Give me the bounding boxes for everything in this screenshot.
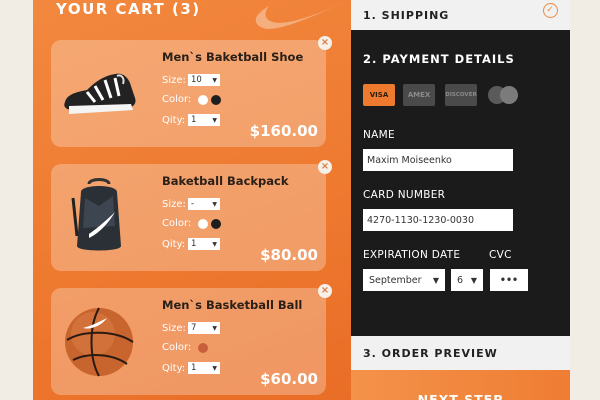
caret-down-icon: ▼ <box>432 275 439 285</box>
order-preview-step[interactable]: 3. ORDER PREVIEW <box>351 336 570 370</box>
qty-row: Qity: 1 ▼ <box>162 114 220 126</box>
item-price: $160.00 <box>249 122 318 140</box>
qty-label: Qity: <box>162 238 186 250</box>
name-field[interactable]: Maxim Moiseenko <box>363 149 513 171</box>
color-swatch-black[interactable] <box>211 94 221 105</box>
size-select[interactable]: 10 ▼ <box>188 74 220 86</box>
size-row: Size: 10 ▼ <box>162 74 220 86</box>
caret-down-icon: ▼ <box>212 324 217 332</box>
cart-item: × Men`s Basketball Ball Size: 7 ▼ Color: … <box>51 284 332 395</box>
caret-down-icon: ▼ <box>470 275 477 285</box>
checkout-panel: 1. SHIPPING ✓ 2. PAYMENT DETAILS VISA AM… <box>351 0 570 400</box>
qty-label: Qity: <box>162 114 186 126</box>
item-name: Baketball Backpack <box>162 174 289 188</box>
cart-item: × Men`s Baketball Shoe Size: 10 ▼ Color: … <box>51 36 332 147</box>
color-row: Color: <box>162 218 221 229</box>
qty-select[interactable]: 1 ▼ <box>188 238 220 250</box>
amex-card-option[interactable]: AMEX <box>403 84 435 106</box>
caret-down-icon: ▼ <box>212 240 217 248</box>
size-select[interactable]: 7 ▼ <box>188 322 220 334</box>
backpack-image <box>71 178 121 251</box>
nike-swoosh-logo <box>255 0 349 29</box>
cart-title: YOUR CART (3) <box>56 0 201 18</box>
size-row: Size: - ▼ <box>162 198 220 210</box>
color-swatch-white[interactable] <box>198 218 208 229</box>
size-label: Size: <box>162 74 186 86</box>
next-step-button[interactable]: NEXT STEP <box>351 370 570 400</box>
qty-row: Qity: 1 ▼ <box>162 362 220 374</box>
mastercard-card-option[interactable] <box>488 86 520 104</box>
item-price: $60.00 <box>260 370 318 388</box>
size-select[interactable]: - ▼ <box>188 198 220 210</box>
qty-label: Qity: <box>162 362 186 374</box>
cart-panel: YOUR CART (3) × Men`s Baketball Shoe Siz… <box>33 0 351 400</box>
check-icon: ✓ <box>543 3 558 18</box>
color-label: Color: <box>162 94 192 105</box>
shoe-image <box>64 73 136 114</box>
cvc-field[interactable]: ••• <box>490 269 528 291</box>
color-row: Color: <box>162 342 208 353</box>
color-label: Color: <box>162 218 192 229</box>
caret-down-icon: ▼ <box>212 364 217 372</box>
item-price: $80.00 <box>260 246 318 264</box>
cvc-label: CVC <box>489 249 512 261</box>
color-swatch-black[interactable] <box>211 218 221 229</box>
cart-item: × Baketball Backpack Size: - ▼ Color: Qit… <box>51 160 332 271</box>
color-label: Color: <box>162 342 192 353</box>
qty-row: Qity: 1 ▼ <box>162 238 220 250</box>
card-number-label: CARD NUMBER <box>363 189 446 201</box>
size-label: Size: <box>162 198 186 210</box>
shipping-step[interactable]: 1. SHIPPING ✓ <box>351 0 570 30</box>
color-row: Color: <box>162 94 221 105</box>
shipping-title: 1. SHIPPING <box>363 8 450 22</box>
remove-item-icon[interactable]: × <box>318 284 332 298</box>
color-swatch-white[interactable] <box>198 94 208 105</box>
basketball-image <box>65 307 134 377</box>
caret-down-icon: ▼ <box>212 116 217 124</box>
size-row: Size: 7 ▼ <box>162 322 220 334</box>
expiration-label: EXPIRATION DATE <box>363 249 461 261</box>
remove-item-icon[interactable]: × <box>318 160 332 174</box>
size-label: Size: <box>162 322 186 334</box>
caret-down-icon: ▼ <box>212 200 217 208</box>
expiration-month-select[interactable]: September ▼ <box>363 269 445 291</box>
visa-card-option[interactable]: VISA <box>363 84 395 106</box>
payment-title: 2. PAYMENT DETAILS <box>363 52 515 66</box>
discover-card-option[interactable]: DISCOVER <box>445 84 477 106</box>
item-name: Men`s Baketball Shoe <box>162 50 304 64</box>
caret-down-icon: ▼ <box>212 76 217 84</box>
remove-item-icon[interactable]: × <box>318 36 332 50</box>
qty-select[interactable]: 1 ▼ <box>188 362 220 374</box>
color-swatch-orange[interactable] <box>198 342 208 353</box>
name-label: NAME <box>363 129 395 141</box>
qty-select[interactable]: 1 ▼ <box>188 114 220 126</box>
order-preview-title: 3. ORDER PREVIEW <box>363 346 498 360</box>
item-name: Men`s Basketball Ball <box>162 298 303 312</box>
expiration-year-select[interactable]: 6 ▼ <box>451 269 483 291</box>
mastercard-circle-icon <box>500 86 518 104</box>
card-number-field[interactable]: 4270-1130-1230-0030 <box>363 209 513 231</box>
